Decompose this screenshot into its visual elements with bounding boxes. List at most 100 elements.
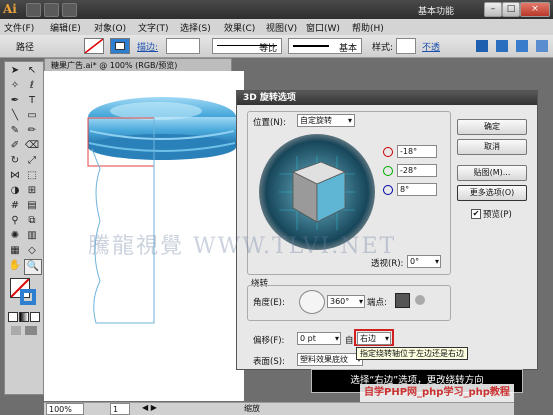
hand-tool-icon[interactable]: ✋ (7, 259, 23, 273)
from-label: 自 (345, 336, 354, 346)
stroke-label[interactable]: 描边: (137, 40, 158, 53)
from-value: 右边 (360, 334, 376, 343)
dialog-title: 3D 旋转选项 (243, 93, 296, 103)
fill-swatch[interactable] (84, 38, 104, 54)
selection-type-label: 路径 (16, 43, 35, 53)
site-logo: 自学PHP网_php学习_php教程 (360, 384, 514, 402)
cancel-button[interactable]: 取消 (457, 139, 527, 155)
x-axis-icon (383, 147, 393, 157)
from-tooltip: 指定绕转轴位于左边还是右边 (356, 347, 468, 360)
width-tool-icon[interactable]: ⋈ (7, 169, 23, 183)
gradient-tool-icon[interactable]: ▤ (24, 199, 40, 213)
magic-wand-tool-icon[interactable]: ✧ (7, 79, 23, 93)
angle-x-field[interactable]: -18° (397, 145, 437, 158)
ok-button[interactable]: 确定 (457, 119, 527, 135)
free-transform-tool-icon[interactable]: ⬚ (24, 169, 40, 183)
eyedropper-tool-icon[interactable]: ⚲ (7, 214, 23, 228)
none-mode-icon[interactable] (30, 312, 40, 322)
angle-field[interactable]: 360° ▾ (327, 295, 365, 308)
lasso-tool-icon[interactable]: ℓ (24, 79, 40, 93)
cap-on-icon[interactable] (395, 293, 410, 308)
bridge-icon[interactable] (26, 3, 41, 17)
cap-off-icon[interactable] (415, 295, 425, 305)
symbol-sprayer-tool-icon[interactable]: ✺ (7, 229, 23, 243)
pencil-tool-icon[interactable]: ✏ (24, 124, 40, 138)
more-options-button[interactable]: 更多选项(O) (457, 185, 527, 201)
menu-edit[interactable]: 编辑(E) (50, 21, 81, 34)
color-mode-icon[interactable] (8, 312, 18, 322)
blend-tool-icon[interactable]: ⧉ (24, 214, 40, 228)
stroke-weight-field[interactable] (166, 38, 200, 54)
artboard-tool-icon[interactable]: ▦ (7, 244, 23, 258)
blob-brush-tool-icon[interactable]: ✐ (7, 139, 23, 153)
perspective-field[interactable]: 0° ▾ (407, 255, 441, 268)
perspective-value: 0° (410, 257, 420, 266)
zoom-field[interactable]: 100% (46, 403, 84, 415)
pen-tool-icon[interactable]: ✒ (7, 94, 23, 108)
variable-width-profile[interactable]: 等比 (212, 38, 282, 54)
from-select[interactable]: 右边 ▾ (357, 332, 391, 345)
maximize-button[interactable]: □ (502, 2, 520, 17)
close-button[interactable]: × (520, 2, 550, 17)
angle-label: 角度(E): (253, 298, 285, 308)
line-tool-icon[interactable]: ╲ (7, 109, 23, 123)
selection-tool-icon[interactable]: ➤ (7, 64, 23, 78)
zoom-tool-icon[interactable]: 🔍 (24, 259, 42, 275)
menu-window[interactable]: 窗口(W) (306, 21, 340, 34)
chevron-down-icon: ▾ (384, 334, 389, 343)
rectangle-tool-icon[interactable]: ▭ (24, 109, 40, 123)
page-nav-icons[interactable]: ◀ ▶ (142, 403, 157, 412)
eraser-tool-icon[interactable]: ⌫ (24, 139, 40, 153)
shape-builder-tool-icon[interactable]: ◑ (7, 184, 23, 198)
gradient-mode-icon[interactable] (19, 312, 29, 322)
map-art-button[interactable]: 贴图(M)... (457, 165, 527, 181)
title-bar: Ai 基本功能 – □ × (0, 0, 553, 19)
graph-tool-icon[interactable]: ▥ (24, 229, 40, 243)
minimize-button[interactable]: – (484, 2, 502, 17)
menu-effect[interactable]: 效果(C) (224, 21, 255, 34)
isolate-icon[interactable] (516, 40, 528, 52)
draw-normal-icon[interactable] (11, 326, 21, 335)
angle-dial-icon[interactable] (299, 290, 325, 314)
slice-tool-icon[interactable]: ◇ (24, 244, 40, 258)
position-select[interactable]: 自定旋转 ▾ (297, 114, 355, 127)
workspace-switcher[interactable]: 基本功能 (418, 4, 454, 17)
menu-select[interactable]: 选择(S) (180, 21, 211, 34)
dialog-title-bar[interactable]: 3D 旋转选项 (237, 91, 537, 105)
surface-value: 塑料效果底纹 (300, 355, 348, 364)
menu-file[interactable]: 文件(F) (4, 21, 34, 34)
menu-type[interactable]: 文字(T) (138, 21, 169, 34)
menu-object[interactable]: 对象(O) (94, 21, 126, 34)
direct-selection-tool-icon[interactable]: ↖ (24, 64, 40, 78)
menu-view[interactable]: 视图(V) (266, 21, 297, 34)
offset-field[interactable]: 0 pt ▾ (297, 332, 341, 345)
page-field[interactable]: 1 (110, 403, 130, 415)
mesh-tool-icon[interactable]: # (7, 199, 23, 213)
rotate-tool-icon[interactable]: ↻ (7, 154, 23, 168)
type-tool-icon[interactable]: T (24, 94, 40, 108)
graphic-style-swatch[interactable] (396, 38, 416, 54)
cap-label: 端点: (367, 298, 387, 308)
scale-tool-icon[interactable]: ⤢ (24, 154, 40, 168)
stroke-swatch[interactable] (110, 38, 130, 54)
angle-y-field[interactable]: -28° (397, 164, 437, 177)
menu-bar: 文件(F) 编辑(E) 对象(O) 文字(T) 选择(S) 效果(C) 视图(V… (0, 19, 553, 36)
y-axis-icon (383, 166, 393, 176)
arrange-docs-icon[interactable] (44, 3, 59, 17)
panel-menu-icon[interactable] (536, 40, 548, 52)
perspective-grid-tool-icon[interactable]: ⊞ (24, 184, 40, 198)
brush-definition[interactable]: 基本 (288, 38, 362, 54)
status-bar: 100% 1 ◀ ▶ 缩放 (44, 402, 514, 415)
angle-z-field[interactable]: 8° (397, 183, 437, 196)
menu-help[interactable]: 帮助(H) (352, 21, 384, 34)
opacity-link[interactable]: 不透 (422, 40, 440, 53)
screen-mode-tool-icon[interactable] (25, 326, 37, 335)
preview-checkbox[interactable]: ✔ (471, 209, 481, 219)
screen-mode-icon[interactable] (62, 3, 77, 17)
paintbrush-tool-icon[interactable]: ✎ (7, 124, 23, 138)
offset-value: 0 pt (300, 334, 316, 343)
transform-icon[interactable] (496, 40, 508, 52)
surface-select[interactable]: 塑料效果底纹▾ (297, 353, 363, 366)
align-icon[interactable] (476, 40, 488, 52)
stroke-color-icon[interactable] (20, 289, 36, 305)
